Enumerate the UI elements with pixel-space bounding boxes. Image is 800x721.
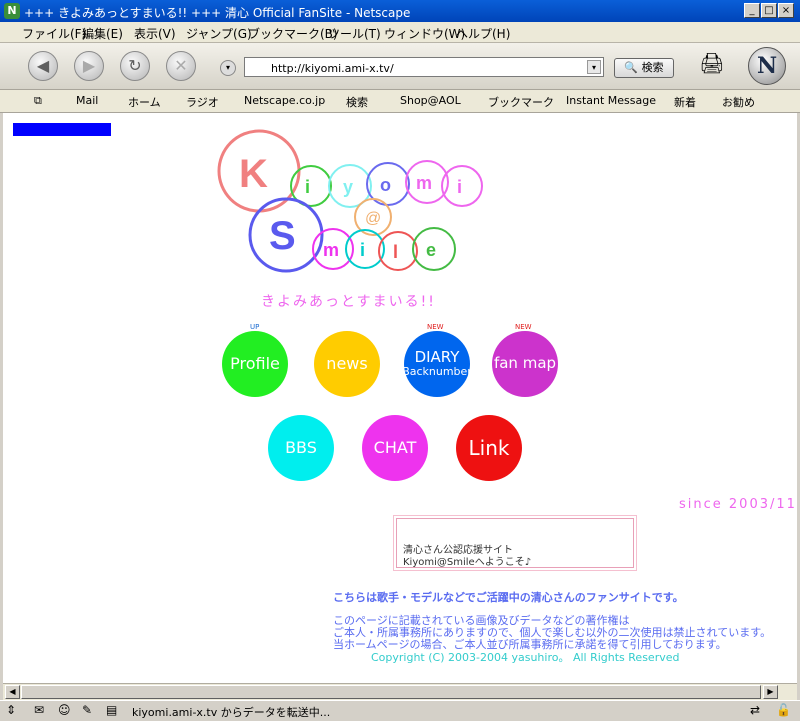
security-lock-icon[interactable]: 🔓 bbox=[776, 703, 791, 717]
welcome-line-2: Kiyomi@Smileへようこそ♪ bbox=[403, 557, 532, 568]
window-title: +++ きよみあっとすまいる!! +++ 清心 Official FanSite… bbox=[24, 6, 411, 20]
logo-letter-at: @ bbox=[365, 210, 381, 227]
search-button-label: 検索 bbox=[641, 61, 664, 74]
tab-icon[interactable]: ⧉ bbox=[34, 94, 42, 108]
bookmark-instant-message[interactable]: Instant Message bbox=[566, 94, 656, 107]
bookmark-new[interactable]: 新着 bbox=[674, 94, 696, 110]
navigation-toolbar: ◀ ▶ ↻ ✕ ▾ ▾ 🔍 検索 🖨 N bbox=[0, 43, 800, 90]
bookmark-netscape[interactable]: Netscape.co.jp bbox=[244, 94, 325, 107]
fanmap-button[interactable]: fan map bbox=[492, 331, 558, 397]
welcome-box-inner: 清心さん公認応援サイト Kiyomi@Smileへようこそ♪ bbox=[396, 518, 634, 568]
netscape-app-icon: N bbox=[4, 3, 20, 19]
scroll-left-button[interactable]: ◀ bbox=[5, 685, 20, 699]
bookmark-mail[interactable]: Mail bbox=[76, 94, 98, 107]
logo-letter-e: e bbox=[426, 240, 436, 260]
bookmark-search[interactable]: 検索 bbox=[346, 94, 368, 110]
bbs-label: BBS bbox=[285, 437, 317, 457]
copyright-text: Copyright (C) 2003-2004 yasuhiro。 All Ri… bbox=[371, 651, 680, 664]
bookmark-home[interactable]: ホーム bbox=[128, 94, 161, 110]
history-dropdown-icon[interactable]: ▾ bbox=[220, 60, 236, 76]
close-button[interactable]: × bbox=[778, 3, 794, 18]
address-bar[interactable]: ▾ bbox=[244, 57, 604, 77]
logo-letter-k: K bbox=[239, 152, 268, 196]
maximize-button[interactable]: □ bbox=[761, 3, 777, 18]
status-bar: ⇕ ✉ ☺ ✎ ▤ kiyomi.ami-x.tv からデータを転送中... ⇄… bbox=[0, 700, 800, 721]
composer-icon[interactable]: ✎ bbox=[82, 703, 92, 717]
profile-badge: UP bbox=[250, 323, 260, 331]
reload-button[interactable]: ↻ bbox=[120, 51, 150, 81]
magnifier-icon: 🔍 bbox=[624, 61, 639, 74]
horizontal-scrollbar[interactable]: ◀ ▶ bbox=[3, 683, 797, 700]
search-button[interactable]: 🔍 検索 bbox=[614, 58, 674, 78]
logo-letter-y: y bbox=[343, 177, 353, 197]
aim-icon[interactable]: ☺ bbox=[58, 703, 71, 717]
logo-letter-l: l bbox=[393, 242, 398, 262]
menu-help[interactable]: ヘルプ(H) bbox=[456, 25, 510, 42]
address-book-icon[interactable]: ▤ bbox=[106, 703, 117, 717]
bookmark-recommend[interactable]: お勧め bbox=[722, 94, 755, 110]
bookmark-shop[interactable]: Shop@AOL bbox=[400, 94, 461, 107]
stop-button[interactable]: ✕ bbox=[166, 51, 196, 81]
forward-button[interactable]: ▶ bbox=[74, 51, 104, 81]
menu-go[interactable]: ジャンプ(G) bbox=[186, 25, 252, 42]
url-dropdown-icon[interactable]: ▾ bbox=[587, 60, 601, 74]
fanmap-label: fan map bbox=[493, 354, 557, 373]
netscape-logo-icon[interactable]: N bbox=[748, 47, 786, 85]
welcome-box: 清心さん公認応援サイト Kiyomi@Smileへようこそ♪ bbox=[393, 515, 637, 571]
intro-text: こちらは歌手・モデルなどでご活躍中の清心さんのファンサイトです。 bbox=[333, 591, 684, 604]
news-button[interactable]: news bbox=[314, 331, 380, 397]
diary-button[interactable]: DIARY Backnumber bbox=[402, 331, 472, 397]
scroll-right-button[interactable]: ▶ bbox=[763, 685, 778, 699]
chat-label: CHAT bbox=[373, 437, 417, 457]
connection-icon: ⇄ bbox=[750, 703, 761, 717]
personal-toolbar: ⧉ Mail ホーム ラジオ Netscape.co.jp 検索 Shop@AO… bbox=[0, 90, 800, 113]
site-tagline: きよみあっとすまいる!! bbox=[261, 294, 436, 310]
blue-banner-bar bbox=[13, 123, 111, 136]
mail-icon[interactable]: ✉ bbox=[34, 703, 44, 717]
profile-button[interactable]: Profile bbox=[222, 331, 288, 397]
diary-label: DIARY bbox=[414, 348, 460, 367]
diary-badge: NEW bbox=[427, 323, 444, 331]
menu-bar: ファイル(F) 編集(E) 表示(V) ジャンプ(G) ブックマーク(B) ツー… bbox=[0, 22, 800, 43]
url-input[interactable] bbox=[269, 60, 573, 76]
menu-file[interactable]: ファイル(F) bbox=[22, 25, 86, 42]
bookmark-radio[interactable]: ラジオ bbox=[186, 94, 219, 110]
diary-sublabel: Backnumber bbox=[402, 365, 472, 379]
profile-label: Profile bbox=[230, 353, 280, 373]
scroll-thumb[interactable] bbox=[21, 685, 761, 699]
bbs-button[interactable]: BBS bbox=[268, 415, 334, 481]
back-button[interactable]: ◀ bbox=[28, 51, 58, 81]
menu-view[interactable]: 表示(V) bbox=[134, 25, 176, 42]
kiyomi-smile-logo: K i y o m i @ S m i l e bbox=[217, 129, 483, 273]
menu-edit[interactable]: 編集(E) bbox=[82, 25, 123, 42]
chat-button[interactable]: CHAT bbox=[362, 415, 428, 481]
logo-letter-o: o bbox=[380, 175, 391, 195]
since-text: since 2003/11 bbox=[679, 497, 797, 512]
link-button[interactable]: Link bbox=[456, 415, 522, 481]
logo-letter-i3: i bbox=[360, 240, 365, 260]
link-label: Link bbox=[468, 435, 510, 460]
news-label: news bbox=[326, 353, 368, 373]
logo-letter-m2: m bbox=[323, 240, 339, 260]
bookmarks-folder[interactable]: ブックマーク bbox=[488, 94, 554, 110]
page-content: K i y o m i @ S m i l e きよみあっとすまいる!! UP … bbox=[3, 113, 797, 683]
menu-window[interactable]: ウィンドウ(W) bbox=[384, 25, 465, 42]
menu-tools[interactable]: ツール(T) bbox=[328, 25, 381, 42]
logo-letter-i: i bbox=[305, 177, 310, 197]
logo-letter-i2: i bbox=[457, 177, 462, 197]
logo-letter-m: m bbox=[416, 173, 432, 193]
minimize-button[interactable]: _ bbox=[744, 3, 760, 18]
status-message: kiyomi.ami-x.tv からデータを転送中... bbox=[132, 706, 331, 719]
menu-bookmarks[interactable]: ブックマーク(B) bbox=[248, 25, 338, 42]
fanmap-badge: NEW bbox=[515, 323, 532, 331]
logo-letter-s: S bbox=[269, 214, 296, 258]
print-icon[interactable]: 🖨 bbox=[698, 51, 726, 79]
navigator-icon[interactable]: ⇕ bbox=[6, 703, 16, 717]
title-bar: N +++ きよみあっとすまいる!! +++ 清心 Official FanSi… bbox=[0, 0, 800, 22]
